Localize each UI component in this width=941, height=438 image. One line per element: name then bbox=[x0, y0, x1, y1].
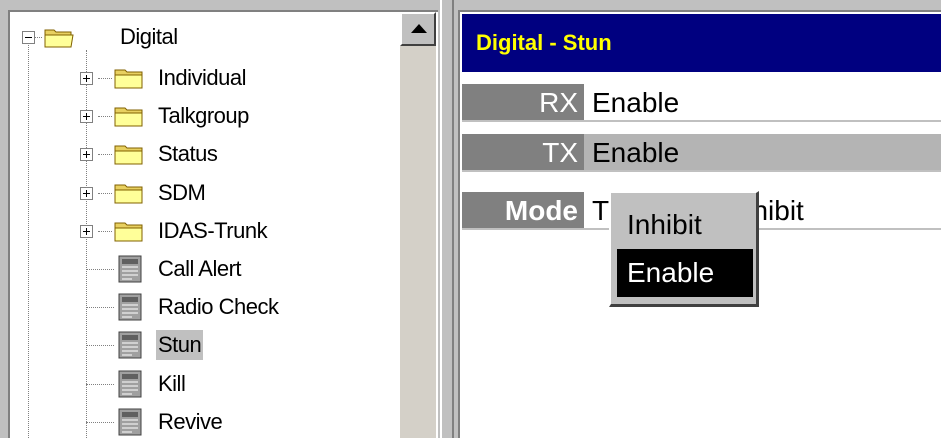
document-icon bbox=[118, 255, 142, 283]
panel-title: Digital - Stun bbox=[462, 14, 941, 72]
folder-icon bbox=[114, 69, 143, 89]
pane-splitter[interactable] bbox=[438, 0, 458, 438]
tree-item-revive[interactable]: Revive bbox=[10, 404, 390, 438]
property-name: RX bbox=[462, 84, 584, 122]
tree-connector bbox=[86, 307, 114, 308]
folder-open-icon bbox=[44, 29, 74, 48]
tree-connector bbox=[86, 269, 114, 270]
document-icon bbox=[118, 370, 142, 398]
document-icon bbox=[118, 331, 142, 359]
tree-connector bbox=[98, 116, 112, 117]
tree-item-label: Stun bbox=[156, 330, 204, 360]
tree-item-label: Radio Check bbox=[158, 294, 279, 319]
tree-connector bbox=[98, 231, 112, 232]
folder-icon bbox=[114, 184, 143, 204]
folder-icon bbox=[114, 107, 143, 127]
tree-connector bbox=[86, 384, 114, 385]
expand-icon[interactable] bbox=[80, 72, 93, 85]
dropdown-list[interactable]: Inhibit Enable bbox=[609, 191, 759, 307]
tree-item-label: Call Alert bbox=[158, 256, 242, 281]
expand-icon[interactable] bbox=[80, 225, 93, 238]
property-name: TX bbox=[462, 134, 584, 172]
expand-icon[interactable] bbox=[80, 187, 93, 200]
tree-item-stun[interactable]: Stun bbox=[10, 327, 390, 363]
tree-item-kill[interactable]: Kill bbox=[10, 366, 390, 402]
dropdown-option-enable[interactable]: Enable bbox=[617, 249, 753, 297]
tree-item-idas-trunk[interactable]: IDAS-Trunk bbox=[10, 213, 390, 249]
property-value[interactable]: Enable bbox=[584, 84, 941, 122]
tree-item-label: Kill bbox=[158, 371, 186, 396]
arrow-up-icon bbox=[411, 24, 427, 33]
document-icon bbox=[118, 293, 142, 321]
tree-connector bbox=[98, 154, 112, 155]
document-icon bbox=[118, 408, 142, 436]
property-row-rx[interactable]: RX Enable bbox=[462, 84, 941, 122]
tree-item-label: Status bbox=[158, 141, 218, 166]
tree-connector bbox=[86, 345, 114, 346]
expand-icon[interactable] bbox=[80, 110, 93, 123]
property-name: Mode bbox=[462, 192, 584, 230]
tree-item-digital[interactable]: Digital bbox=[10, 22, 390, 58]
tree-item-label: IDAS-Trunk bbox=[158, 218, 268, 243]
tree-view[interactable]: Digital Individual Talkgroup Status SDM IDAS… bbox=[8, 10, 438, 438]
tree-item-label: Revive bbox=[158, 409, 223, 434]
tree-item-talkgroup[interactable]: Talkgroup bbox=[10, 98, 390, 134]
folder-icon bbox=[114, 222, 143, 242]
vertical-scrollbar[interactable] bbox=[400, 12, 436, 438]
tree-connector bbox=[98, 78, 112, 79]
tree-item-individual[interactable]: Individual bbox=[10, 60, 390, 96]
property-value[interactable]: Enable bbox=[584, 134, 941, 172]
tree-connector bbox=[86, 422, 114, 423]
tree-item-label: Talkgroup bbox=[158, 103, 249, 128]
tree-item-label: SDM bbox=[158, 180, 206, 205]
tree-item-label: Individual bbox=[158, 65, 246, 90]
tree-connector bbox=[98, 193, 112, 194]
collapse-icon[interactable] bbox=[22, 31, 35, 44]
folder-icon bbox=[114, 145, 143, 165]
tree-item-call-alert[interactable]: Call Alert bbox=[10, 251, 390, 287]
tree-item-sdm[interactable]: SDM bbox=[10, 175, 390, 211]
dropdown-option-inhibit[interactable]: Inhibit bbox=[617, 201, 753, 249]
expand-icon[interactable] bbox=[80, 148, 93, 161]
tree-item-label: Digital bbox=[120, 24, 178, 49]
property-value-prefix: T bbox=[592, 195, 610, 226]
property-row-tx[interactable]: TX Enable bbox=[462, 134, 941, 172]
tree-item-radio-check[interactable]: Radio Check bbox=[10, 289, 390, 325]
scroll-up-button[interactable] bbox=[400, 12, 436, 46]
tree-item-status[interactable]: Status bbox=[10, 136, 390, 172]
